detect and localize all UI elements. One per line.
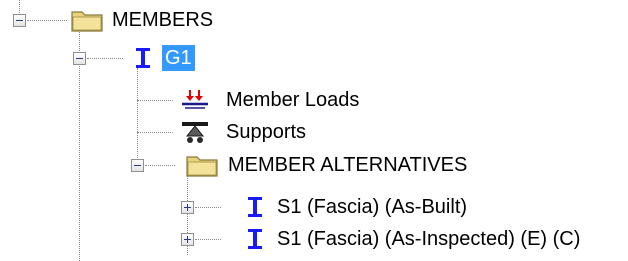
tree-node-label: Supports [226,121,307,143]
tree-line [87,58,123,59]
tree-node-label: S1 (Fascia) (As-Inspected) (E) (C) [277,228,581,250]
tree-line [137,132,173,133]
expand-toggle-as-built[interactable] [181,201,194,214]
tree-line [195,239,221,240]
i-beam-icon [136,48,150,68]
member-loads-icon [182,90,208,109]
tree-line [27,20,67,21]
tree-node-label: MEMBER ALTERNATIVES [228,154,468,176]
tree-line [19,0,20,13]
folder-icon [71,11,103,32]
collapse-toggle-member-alternatives[interactable] [131,159,144,172]
tree-node-label: G1 [162,45,195,71]
member-tree: MEMBERS G1 Member Loads Supports MEMBER … [0,0,628,261]
tree-node-label: S1 (Fascia) (As-Built) [277,196,468,218]
tree-node-label: MEMBERS [112,9,214,31]
tree-line [145,165,175,166]
i-beam-icon [248,197,262,217]
folder-icon [186,156,218,177]
tree-line [137,68,138,158]
collapse-toggle-g1[interactable] [73,52,86,65]
collapse-toggle-members[interactable] [13,14,26,27]
tree-line [195,207,221,208]
supports-icon [182,122,208,143]
expand-toggle-as-inspected[interactable] [181,233,194,246]
tree-line [79,32,80,261]
i-beam-icon [248,229,262,249]
tree-node-label: Member Loads [226,89,360,111]
tree-line [137,100,173,101]
